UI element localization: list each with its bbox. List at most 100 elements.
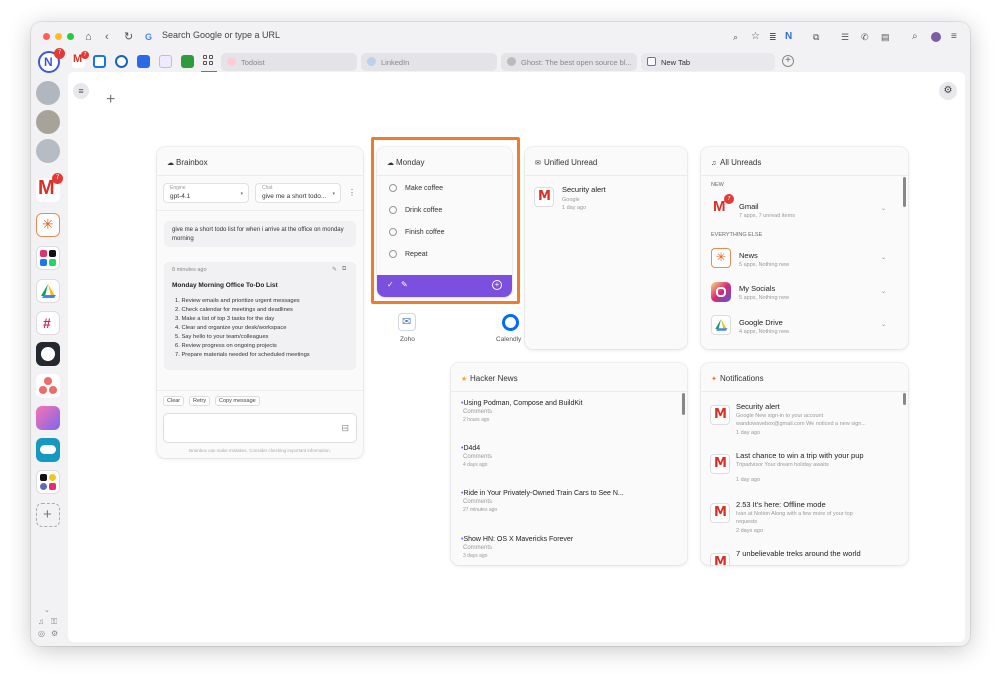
- lock-icon[interactable]: ⚿: [51, 617, 57, 627]
- sidebar-gmail[interactable]: M 7: [36, 173, 63, 202]
- stack-icon[interactable]: ☰: [841, 30, 849, 44]
- send-icon[interactable]: ⊟: [341, 423, 349, 434]
- avatar-user-2[interactable]: [36, 110, 60, 134]
- bookmark-star-icon[interactable]: ☆: [751, 30, 760, 44]
- todo-checkbox[interactable]: [389, 228, 397, 236]
- todo-checkbox[interactable]: [389, 250, 397, 258]
- avatar-user-3[interactable]: [36, 139, 60, 163]
- hn-item[interactable]: •Ride in Your Privately-Owned Train Cars…: [461, 490, 681, 513]
- reload-icon[interactable]: ↻: [124, 30, 133, 44]
- zoho-label[interactable]: Zoho: [400, 336, 415, 343]
- search-icon[interactable]: ⌕: [912, 30, 918, 44]
- copy-message-button[interactable]: Copy message: [215, 396, 260, 406]
- copy-icon[interactable]: ⧉: [342, 266, 346, 273]
- todo-item[interactable]: Make coffee: [389, 184, 443, 192]
- sidebar-slack[interactable]: #: [36, 311, 60, 335]
- notion-extension-icon[interactable]: N: [785, 30, 792, 44]
- sidebar-asana[interactable]: [36, 374, 60, 398]
- zoho-icon[interactable]: ✉: [398, 313, 416, 331]
- grid-icon[interactable]: [203, 55, 215, 67]
- notification-title[interactable]: 2.53 It's here: Offline mode: [736, 500, 826, 509]
- address-bar[interactable]: Search Google or type a URL: [162, 30, 280, 40]
- board-settings-icon[interactable]: ⚙: [939, 82, 957, 100]
- extensions-icon[interactable]: ⧉: [813, 30, 819, 44]
- tab-todoist[interactable]: Todoist: [221, 53, 357, 71]
- board-menu-icon[interactable]: ≡: [73, 83, 89, 99]
- chat-select[interactable]: Chat give me a short todo... ▾: [255, 183, 341, 203]
- todo-checkbox[interactable]: [389, 206, 397, 214]
- edit-icon[interactable]: ✎: [332, 266, 337, 273]
- ai-app-tab[interactable]: [159, 55, 172, 68]
- avatar-user-1[interactable]: [36, 81, 60, 105]
- home-icon[interactable]: ⌂: [85, 30, 92, 44]
- tab-linkedin[interactable]: LinkedIn: [361, 53, 497, 71]
- gmail-row-title[interactable]: Gmail: [739, 202, 759, 211]
- hn-comments-link[interactable]: Comments: [463, 499, 681, 505]
- close-window-button[interactable]: [43, 33, 50, 40]
- account-logo[interactable]: N 7: [38, 48, 65, 73]
- hn-item[interactable]: •D4d4 Comments 4 days ago: [461, 445, 492, 468]
- unified-item-title[interactable]: Security alert: [562, 185, 606, 194]
- calendly-label[interactable]: Calendly: [496, 336, 521, 343]
- hn-comments-link[interactable]: Comments: [463, 409, 583, 415]
- retry-button[interactable]: Retry: [189, 396, 211, 406]
- add-app-button[interactable]: +: [36, 503, 60, 527]
- socials-row-title[interactable]: My Socials: [739, 284, 775, 293]
- add-widget-icon[interactable]: +: [106, 92, 115, 108]
- add-todo-icon[interactable]: +: [492, 280, 502, 290]
- zoom-icon[interactable]: ⌕: [733, 30, 738, 44]
- notes-icon[interactable]: ▤: [881, 30, 890, 44]
- todo-item[interactable]: Finish coffee: [389, 228, 445, 236]
- chevron-down-icon[interactable]: ⌄: [881, 254, 886, 261]
- notification-title[interactable]: Last chance to win a trip with your pup: [736, 451, 864, 460]
- sidebar-apps-group[interactable]: [36, 470, 60, 494]
- chevron-down-icon[interactable]: ⌄: [881, 205, 886, 212]
- todo-checkbox[interactable]: [389, 184, 397, 192]
- tasks-app-tab[interactable]: [115, 55, 128, 68]
- collapse-chevron-icon[interactable]: ⌄: [44, 606, 50, 614]
- settings-small-icon[interactable]: ⚙: [51, 629, 58, 638]
- news-row-title[interactable]: News: [739, 251, 758, 260]
- tab-ghost[interactable]: Ghost: The best open source bl...: [501, 53, 637, 71]
- notification-title[interactable]: 7 unbelievable treks around the world: [736, 549, 861, 558]
- contacts-app-tab[interactable]: [137, 55, 150, 68]
- sidebar-google-drive[interactable]: [36, 279, 60, 303]
- chevron-down-icon[interactable]: ⌄: [881, 288, 886, 295]
- drive-row-title[interactable]: Google Drive: [739, 318, 783, 327]
- sidebar-social-group[interactable]: [36, 246, 60, 270]
- scrollbar[interactable]: [682, 393, 685, 415]
- bell-icon[interactable]: ♫: [38, 617, 44, 626]
- notification-title[interactable]: Security alert: [736, 402, 780, 411]
- sidebar-github[interactable]: [36, 342, 60, 366]
- meet-app-tab[interactable]: [181, 55, 194, 68]
- sidebar-salesforce[interactable]: [36, 438, 60, 462]
- profile-avatar[interactable]: [931, 32, 941, 42]
- menu-icon[interactable]: ≡: [951, 30, 957, 44]
- brush-icon[interactable]: ✎: [401, 280, 408, 289]
- hn-comments-link[interactable]: Comments: [463, 545, 573, 551]
- todo-item[interactable]: Repeat: [389, 250, 428, 258]
- message-input[interactable]: ⊟: [163, 413, 357, 443]
- help-icon[interactable]: ◎: [38, 629, 45, 638]
- scrollbar[interactable]: [903, 177, 906, 207]
- scrollbar[interactable]: [903, 393, 906, 405]
- check-icon[interactable]: ✓: [387, 280, 394, 289]
- minimize-window-button[interactable]: [55, 33, 62, 40]
- add-tab-icon[interactable]: +: [782, 55, 794, 67]
- sidebar-news[interactable]: ✳: [36, 213, 60, 237]
- zoom-window-button[interactable]: [67, 33, 74, 40]
- hn-comments-link[interactable]: Comments: [463, 454, 492, 460]
- clear-button[interactable]: Clear: [163, 396, 185, 406]
- phone-icon[interactable]: ✆: [861, 30, 869, 44]
- engine-select[interactable]: Engine gpt-4.1 ▾: [163, 183, 249, 203]
- hn-item[interactable]: •Show HN: OS X Mavericks Forever Comment…: [461, 536, 573, 559]
- gmail-app-tab[interactable]: M 7: [72, 51, 89, 68]
- more-options-icon[interactable]: ⋮: [348, 188, 356, 197]
- calendly-icon[interactable]: [502, 314, 519, 331]
- back-icon[interactable]: ‹: [105, 30, 109, 44]
- calendar-app-tab[interactable]: [93, 55, 106, 68]
- sidebar-clickup[interactable]: [36, 406, 60, 430]
- reading-list-icon[interactable]: ≣: [769, 30, 777, 44]
- todo-item[interactable]: Drink coffee: [389, 206, 442, 214]
- tab-new-tab[interactable]: New Tab: [641, 53, 775, 71]
